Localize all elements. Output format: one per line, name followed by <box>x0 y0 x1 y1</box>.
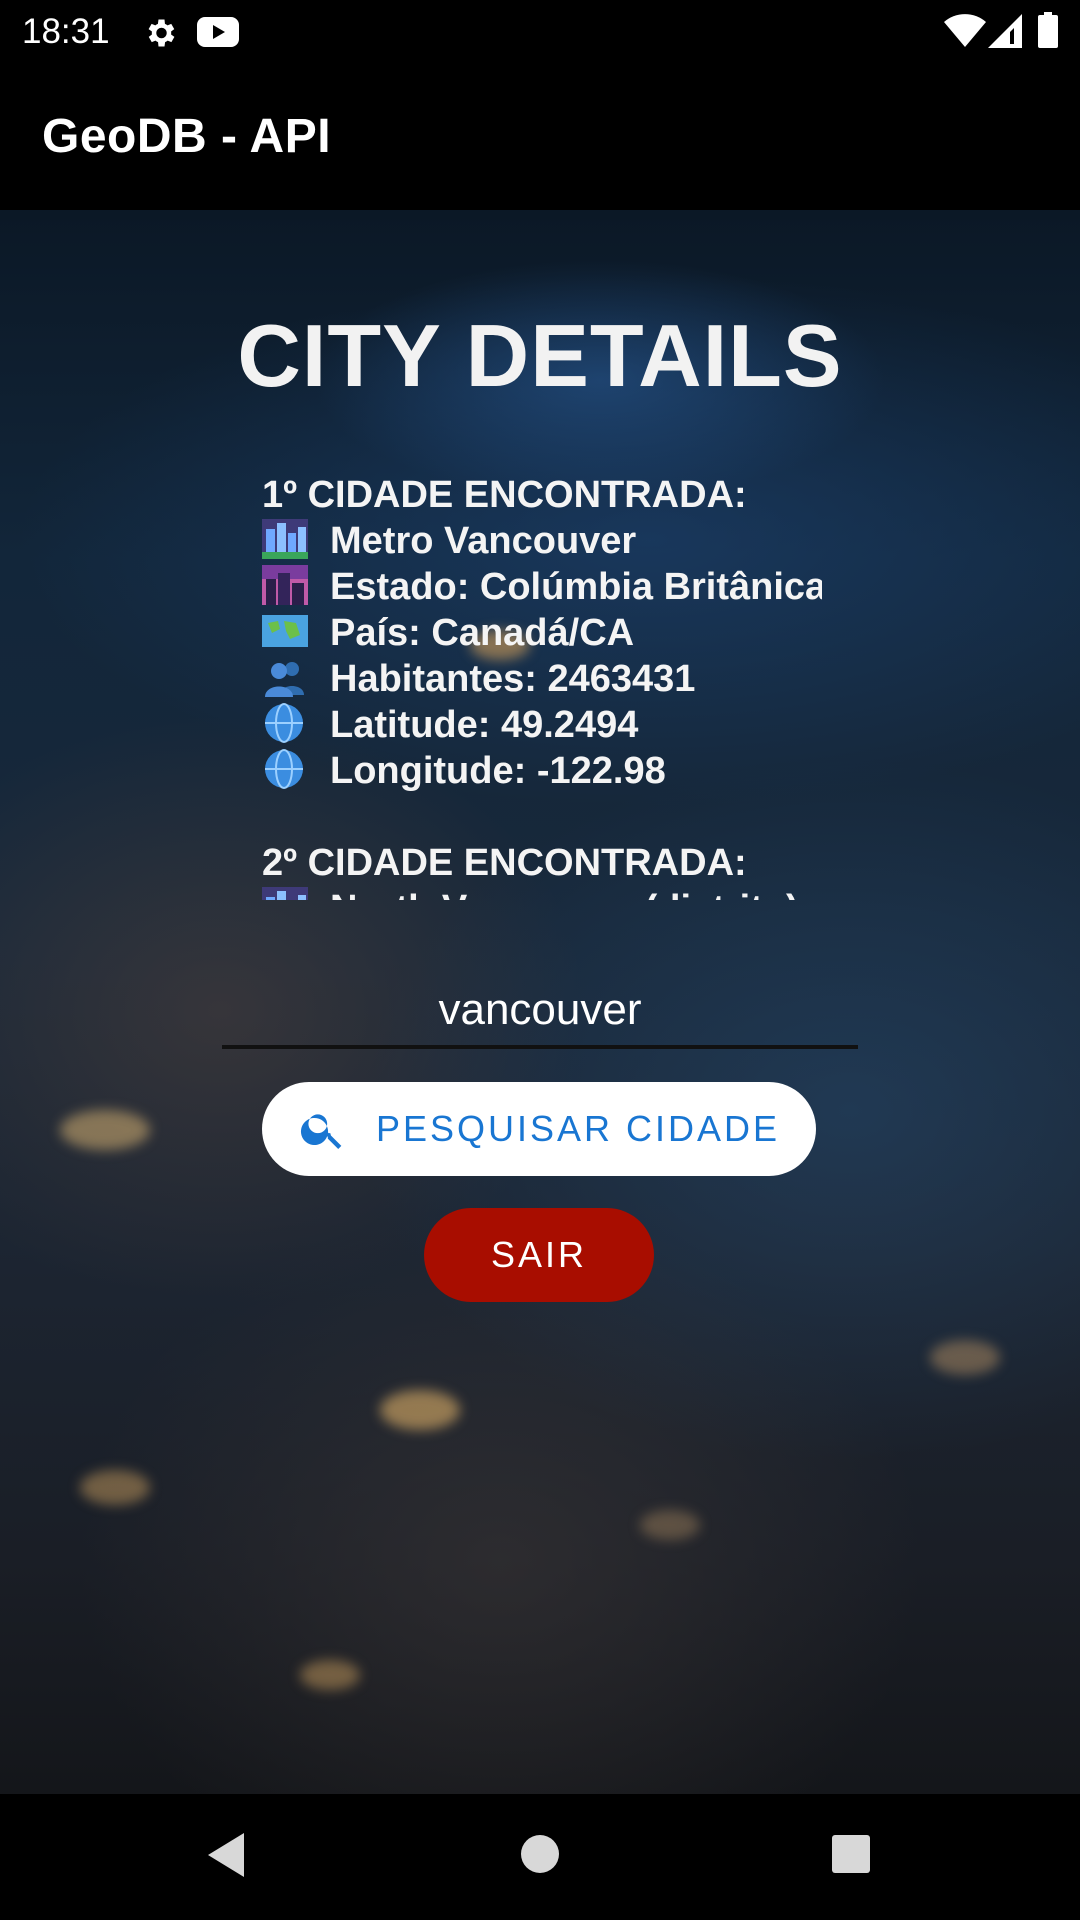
cityscape-icon <box>262 519 308 559</box>
result-state-text: Estado: Colúmbia Britânica <box>330 566 822 608</box>
result-population-text: Habitantes: 2463431 <box>330 658 696 700</box>
city-dusk-icon <box>262 565 308 605</box>
world-map-icon <box>262 615 308 647</box>
back-icon[interactable] <box>204 1830 248 1885</box>
search-icon <box>300 1114 342 1149</box>
result-city-name-text: Metro Vancouver <box>330 520 637 562</box>
exit-button-label: SAIR <box>490 1234 588 1275</box>
background-city-light <box>60 1110 150 1150</box>
result-latitude-text: Latitude: 49.2494 <box>330 704 639 746</box>
result-header: 2º CIDADE ENCONTRADA: <box>262 842 747 884</box>
globe-icon <box>265 749 303 789</box>
result-header: 1º CIDADE ENCONTRADA: <box>262 474 747 516</box>
search-city-button-label: PESQUISAR CIDADE <box>375 1108 781 1149</box>
search-city-button[interactable]: PESQUISAR CIDADE <box>262 1082 816 1176</box>
recents-icon[interactable] <box>831 1834 871 1879</box>
app-bar: GeoDB - API <box>0 63 1080 210</box>
background-city-light <box>930 1340 1000 1375</box>
result-city-name-text: North Vancouver (distrito) <box>330 888 799 900</box>
navigation-bar <box>0 1794 1080 1920</box>
gear-icon <box>142 15 178 56</box>
background-city-light <box>80 1470 150 1505</box>
status-time: 18:31 <box>22 12 110 51</box>
result-city-name: North Vancouver (distrito) <box>262 886 822 900</box>
status-bar: 18:31 <box>0 0 1080 63</box>
result-state: Estado: Colúmbia Britânica <box>262 564 822 610</box>
battery-icon <box>1038 12 1058 53</box>
background-city-light <box>300 1660 360 1690</box>
background-city-light <box>640 1510 700 1540</box>
youtube-icon <box>197 15 239 54</box>
cellular-signal-icon <box>988 14 1022 53</box>
people-icon <box>265 662 304 697</box>
result-country: País: Canadá/CA <box>262 610 822 656</box>
search-input[interactable] <box>222 975 858 1049</box>
page-title: CITY DETAILS <box>237 306 843 405</box>
cityscape-icon <box>262 887 308 900</box>
result-longitude-text: Longitude: -122.98 <box>330 750 666 792</box>
result-latitude: Latitude: 49.2494 <box>262 702 822 748</box>
result-country-text: País: Canadá/CA <box>330 612 635 654</box>
app-title: GeoDB - API <box>42 110 332 163</box>
result-population: Habitantes: 2463431 <box>262 656 822 702</box>
results-list[interactable]: 1º CIDADE ENCONTRADA: Metro Vancouver Es… <box>262 472 822 900</box>
globe-icon <box>265 703 303 743</box>
exit-button[interactable]: SAIR <box>424 1208 654 1302</box>
home-icon[interactable] <box>520 1834 560 1879</box>
result-longitude: Longitude: -122.98 <box>262 748 822 794</box>
result-city-name: Metro Vancouver <box>262 518 822 564</box>
wifi-icon <box>944 14 986 53</box>
background-city-light <box>380 1390 460 1430</box>
